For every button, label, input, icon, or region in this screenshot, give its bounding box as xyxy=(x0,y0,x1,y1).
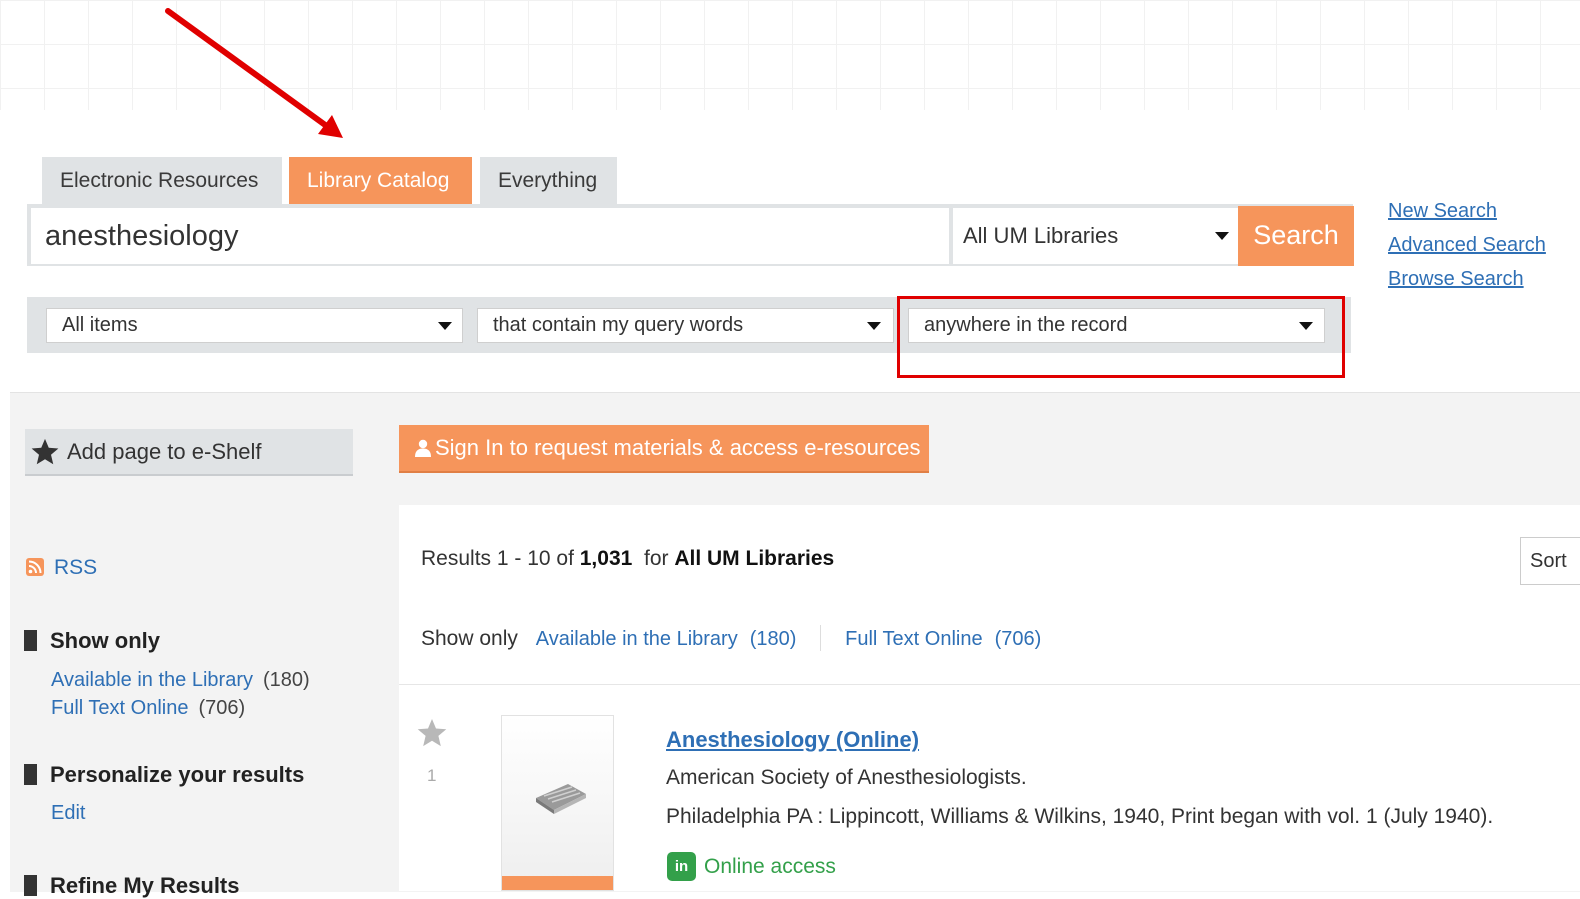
chevron-down-icon xyxy=(867,322,881,330)
facet-heading-marker xyxy=(24,764,37,785)
search-bar: All UM Libraries Search xyxy=(27,204,1354,266)
scope-select-value: All UM Libraries xyxy=(963,223,1119,248)
material-type-value: All items xyxy=(62,314,138,336)
online-access-label: Online access xyxy=(704,855,836,878)
results-scope: All UM Libraries xyxy=(674,547,835,570)
record-number: 1 xyxy=(427,766,437,785)
chevron-down-icon xyxy=(438,322,452,330)
facet-heading-marker xyxy=(24,875,37,896)
search-input[interactable] xyxy=(31,208,949,264)
record-publication: Philadelphia PA : Lippincott, Williams &… xyxy=(666,805,1494,828)
chevron-down-icon xyxy=(1215,232,1229,240)
facet-label: Full Text Online xyxy=(51,697,189,719)
thumbnail-badge xyxy=(502,876,613,890)
record-thumbnail[interactable] xyxy=(501,715,614,891)
record-title-link[interactable]: Anesthesiology (Online) xyxy=(666,727,919,753)
rss-icon xyxy=(26,558,44,576)
sign-in-label: Sign In to request materials & access e-… xyxy=(435,435,921,460)
tab-everything[interactable]: Everything xyxy=(480,157,617,204)
facet-count: (180) xyxy=(262,669,310,691)
book-icon xyxy=(536,784,586,814)
add-to-eshelf-label: Add page to e-Shelf xyxy=(67,439,262,464)
search-button[interactable]: Search xyxy=(1238,206,1354,266)
facet-heading-marker xyxy=(24,630,37,651)
facet-label: Available in the Library xyxy=(51,669,253,691)
results-total: 1,031 xyxy=(579,547,633,570)
record-author: American Society of Anesthesiologists. xyxy=(666,766,1027,789)
rss-link[interactable]: RSS xyxy=(26,556,97,580)
add-to-eshelf-button[interactable]: Add page to e-Shelf xyxy=(25,429,353,476)
advanced-search-link[interactable]: Advanced Search xyxy=(1388,234,1546,257)
online-access-icon: in xyxy=(667,852,696,881)
facet-available-in-library[interactable]: Available in the Library (180) xyxy=(51,669,310,692)
tab-electronic-resources[interactable]: Electronic Resources xyxy=(42,157,282,204)
show-only-label: Show only xyxy=(421,627,518,650)
separator xyxy=(820,625,822,651)
search-side-links: New Search Advanced Search Browse Search xyxy=(1388,200,1546,302)
results-summary: Results 1 - 10 of 1,031 for All UM Libra… xyxy=(421,547,835,570)
precision-value: that contain my query words xyxy=(493,314,744,336)
personalize-edit-link[interactable]: Edit xyxy=(51,802,85,825)
facet-heading-show-only: Show only xyxy=(24,628,160,654)
tab-library-catalog[interactable]: Library Catalog xyxy=(289,157,472,204)
new-search-link[interactable]: New Search xyxy=(1388,200,1546,223)
sort-select[interactable]: Sort xyxy=(1520,537,1580,585)
online-access-link[interactable]: in Online access xyxy=(667,852,836,882)
browse-search-link[interactable]: Browse Search xyxy=(1388,268,1546,291)
person-icon xyxy=(415,439,431,457)
star-icon[interactable] xyxy=(416,717,448,749)
facet-full-text-online[interactable]: Full Text Online (706) xyxy=(51,697,245,720)
divider xyxy=(399,684,1580,685)
show-only-fulltext-link[interactable]: Full Text Online (706) xyxy=(845,628,1041,650)
material-type-select[interactable]: All items xyxy=(46,308,463,343)
scope-select[interactable]: All UM Libraries xyxy=(953,208,1238,264)
star-icon xyxy=(31,438,59,465)
show-only-available-link[interactable]: Available in the Library (180) xyxy=(536,628,797,650)
precision-select[interactable]: that contain my query words xyxy=(477,308,894,343)
highlight-annotation-box xyxy=(897,296,1345,378)
arrow-annotation-icon xyxy=(165,8,343,138)
facet-count: (706) xyxy=(198,697,246,719)
results-show-only: Show only Available in the Library (180) … xyxy=(421,625,1041,651)
rss-label: RSS xyxy=(54,556,98,579)
facet-heading-personalize: Personalize your results xyxy=(24,762,304,788)
facet-heading-refine: Refine My Results xyxy=(24,873,240,899)
sign-in-button[interactable]: Sign In to request materials & access e-… xyxy=(399,425,929,473)
